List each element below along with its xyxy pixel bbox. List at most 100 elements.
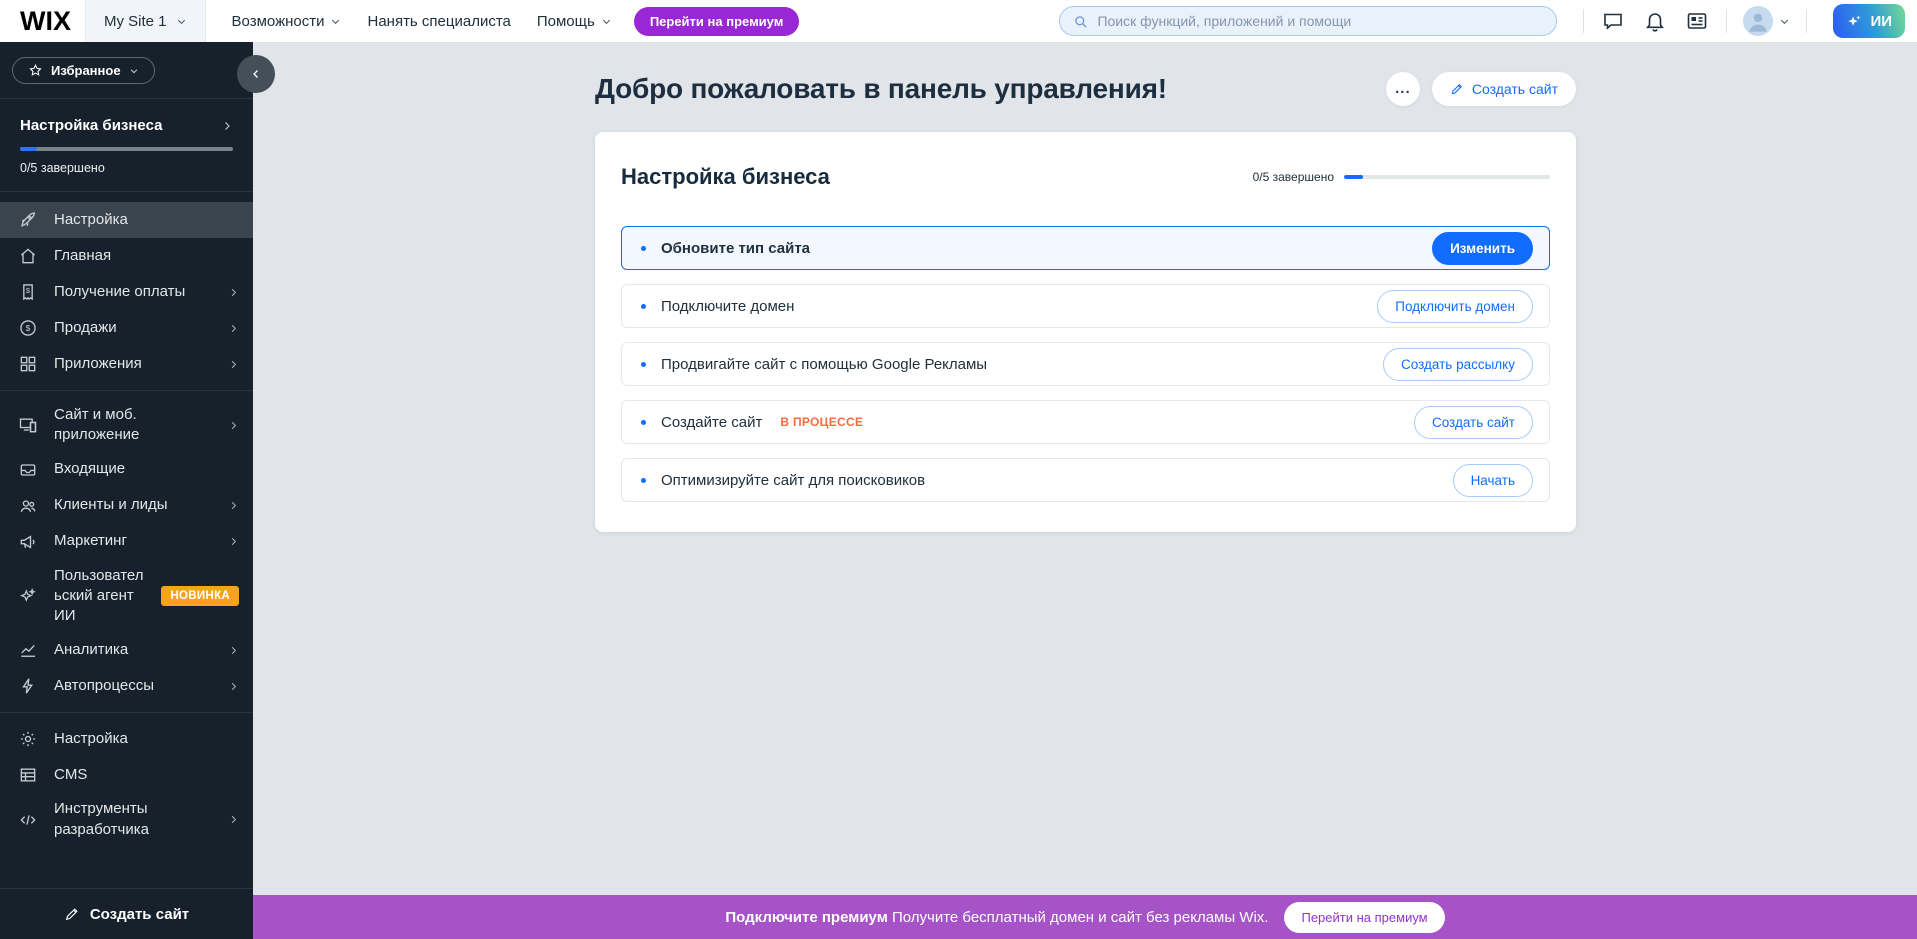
- cms-icon: [18, 765, 38, 785]
- sidebar-item-label: Инструменты разработчика: [54, 793, 174, 846]
- task-create-campaign-button[interactable]: Создать рассылку: [1383, 348, 1533, 381]
- sidebar-item-label: Входящие: [54, 453, 125, 485]
- task-label: Обновите тип сайта: [661, 240, 810, 257]
- chevron-right-icon: [228, 500, 239, 511]
- notifications-bell-icon[interactable]: [1643, 9, 1667, 33]
- business-setup-title: Настройка бизнеса: [20, 117, 162, 134]
- nav-help[interactable]: Помощь: [537, 13, 612, 30]
- chevron-right-icon: [221, 120, 233, 132]
- banner-bold-text: Подключите премиум: [725, 909, 887, 926]
- premium-banner: Подключите премиум Получите бесплатный д…: [253, 895, 1917, 939]
- search-bar[interactable]: [1059, 6, 1557, 36]
- chevron-right-icon: [228, 536, 239, 547]
- more-actions-button[interactable]: ...: [1386, 72, 1420, 106]
- sidebar-item-sales[interactable]: $ Продажи: [0, 310, 253, 346]
- sidebar-item-contacts-leads[interactable]: Клиенты и лиды: [0, 488, 253, 524]
- banner-premium-button[interactable]: Перейти на премиум: [1284, 902, 1444, 933]
- task-create-site-button[interactable]: Создать сайт: [1414, 406, 1533, 439]
- nav-features[interactable]: Возможности: [232, 13, 342, 30]
- favorites-dropdown[interactable]: Избранное: [12, 57, 155, 84]
- chevron-down-icon: [176, 16, 187, 27]
- bullet-icon: [641, 420, 646, 425]
- sidebar-menu: Настройка Главная $ Получение оплаты $ П…: [0, 192, 253, 856]
- banner-text: Подключите премиум Получите бесплатный д…: [725, 909, 1268, 926]
- site-switcher-label: My Site 1: [104, 13, 167, 30]
- ai-button-label: ИИ: [1870, 13, 1892, 30]
- sidebar-item-label: Продажи: [54, 312, 117, 344]
- card-title: Настройка бизнеса: [621, 164, 830, 190]
- ai-assistant-button[interactable]: ИИ: [1833, 4, 1905, 38]
- task-label: Создайте сайт: [661, 414, 762, 431]
- chevron-down-icon: [601, 16, 612, 27]
- create-site-button[interactable]: Создать сайт: [1432, 72, 1576, 106]
- lightning-icon: [18, 676, 38, 696]
- svg-text:$: $: [26, 323, 31, 333]
- card-progress-label: 0/5 завершено: [1253, 170, 1334, 184]
- bullet-icon: [641, 362, 646, 367]
- divider: [0, 712, 253, 713]
- sidebar-item-site-mobile-app[interactable]: Сайт и моб. приложение: [0, 399, 253, 452]
- sidebar-item-analytics[interactable]: Аналитика: [0, 632, 253, 668]
- sidebar-create-site-button[interactable]: Создать сайт: [0, 888, 253, 939]
- search-input[interactable]: [1097, 13, 1544, 29]
- apps-icon: [18, 354, 38, 374]
- sidebar-item-get-paid[interactable]: $ Получение оплаты: [0, 274, 253, 310]
- nav-help-label: Помощь: [537, 13, 595, 30]
- site-switcher[interactable]: My Site 1: [85, 0, 206, 42]
- task-row-update-site-type[interactable]: Обновите тип сайта Изменить: [621, 226, 1550, 270]
- task-row-create-site[interactable]: Создайте сайт В ПРОЦЕССЕ Создать сайт: [621, 400, 1550, 444]
- sidebar-item-dev-tools[interactable]: Инструменты разработчика: [0, 793, 253, 846]
- upgrade-premium-button[interactable]: Перейти на премиум: [634, 7, 800, 36]
- sidebar-item-label: Клиенты и лиды: [54, 489, 168, 521]
- sidebar-item-apps[interactable]: Приложения: [0, 346, 253, 382]
- divider: [1806, 9, 1807, 33]
- sidebar-item-settings[interactable]: Настройка: [0, 721, 253, 757]
- sidebar-item-label: Настройка: [54, 723, 128, 755]
- sidebar-item-setup[interactable]: Настройка: [0, 202, 253, 238]
- updates-news-icon[interactable]: [1685, 9, 1709, 33]
- search-icon: [1072, 13, 1089, 30]
- task-label: Продвигайте сайт с помощью Google Реклам…: [661, 356, 987, 373]
- main-content: Добро пожаловать в панель управления! ..…: [253, 42, 1917, 939]
- chart-icon: [18, 640, 38, 660]
- task-connect-domain-button[interactable]: Подключить домен: [1377, 290, 1533, 323]
- inbox-icon: [18, 460, 38, 480]
- sidebar-item-automations[interactable]: Автопроцессы: [0, 668, 253, 704]
- avatar: [1743, 6, 1773, 36]
- invoice-icon: $: [18, 282, 38, 302]
- chevron-right-icon: [228, 359, 239, 370]
- chevron-right-icon: [228, 420, 239, 431]
- account-menu[interactable]: [1743, 6, 1790, 36]
- task-change-button[interactable]: Изменить: [1432, 232, 1533, 265]
- sidebar-item-label: Сайт и моб. приложение: [54, 399, 174, 452]
- chat-icon[interactable]: [1601, 9, 1625, 33]
- card-progress-bar: [1344, 175, 1550, 179]
- sidebar-item-home[interactable]: Главная: [0, 238, 253, 274]
- chevron-right-icon: [228, 323, 239, 334]
- sidebar-item-cms[interactable]: CMS: [0, 757, 253, 793]
- nav-hire-professional[interactable]: Нанять специалиста: [367, 13, 510, 30]
- setup-progress-bar: [20, 147, 233, 151]
- sidebar-item-ai-agent[interactable]: Пользовательский агент ИИ НОВИНКА: [0, 560, 253, 633]
- sparkle-icon: [18, 586, 38, 606]
- task-row-seo-optimize[interactable]: Оптимизируйте сайт для поисковиков Начат…: [621, 458, 1550, 502]
- sidebar-item-inbox[interactable]: Входящие: [0, 452, 253, 488]
- divider: [0, 390, 253, 391]
- devices-icon: [18, 415, 38, 435]
- sparkle-icon: [1846, 13, 1863, 30]
- sidebar-item-marketing[interactable]: Маркетинг: [0, 524, 253, 560]
- task-row-promote-google-ads[interactable]: Продвигайте сайт с помощью Google Реклам…: [621, 342, 1550, 386]
- bullet-icon: [641, 246, 646, 251]
- megaphone-icon: [18, 532, 38, 552]
- pencil-icon: [1450, 82, 1464, 96]
- svg-text:$: $: [26, 286, 31, 295]
- business-setup-summary[interactable]: Настройка бизнеса 0/5 завершено: [0, 99, 253, 191]
- task-row-connect-domain[interactable]: Подключите домен Подключить домен: [621, 284, 1550, 328]
- chevron-right-icon: [228, 681, 239, 692]
- person-icon: [1743, 6, 1773, 36]
- sidebar-item-label: Автопроцессы: [54, 670, 154, 702]
- task-start-button[interactable]: Начать: [1453, 464, 1533, 497]
- sidebar-collapse-button[interactable]: [237, 55, 275, 93]
- page-title: Добро пожаловать в панель управления!: [595, 73, 1167, 105]
- people-icon: [18, 496, 38, 516]
